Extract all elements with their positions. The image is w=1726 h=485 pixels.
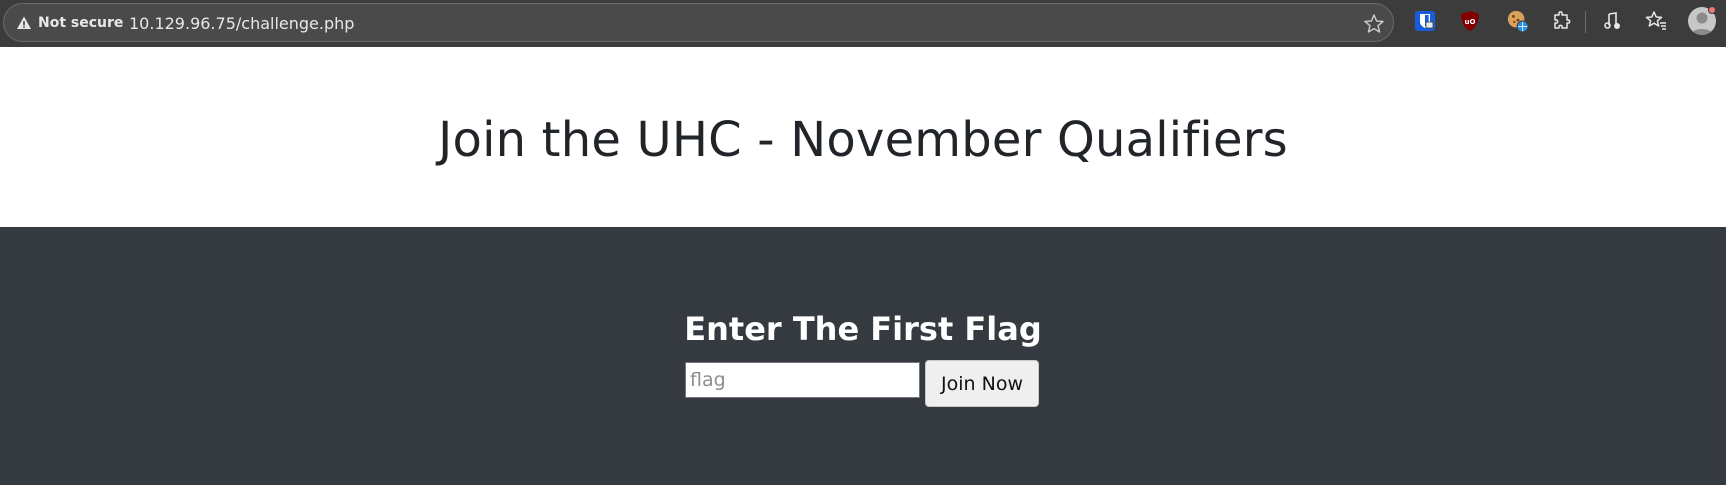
ublock-origin-icon[interactable]: uO bbox=[1458, 9, 1482, 33]
form-title: Enter The First Flag bbox=[684, 310, 1042, 348]
url-text[interactable]: 10.129.96.75/challenge.php bbox=[129, 14, 354, 33]
bitwarden-icon[interactable] bbox=[1413, 9, 1437, 33]
cookie-editor-icon[interactable] bbox=[1506, 9, 1530, 33]
page-title: Join the UHC - November Qualifiers bbox=[438, 112, 1288, 168]
browser-toolbar: Not secure 10.129.96.75/challenge.php uO bbox=[0, 0, 1726, 47]
svg-text:uO: uO bbox=[1465, 18, 1476, 26]
media-controls-icon[interactable] bbox=[1600, 9, 1624, 33]
extensions-puzzle-icon[interactable] bbox=[1550, 9, 1574, 33]
flag-input[interactable] bbox=[685, 362, 920, 398]
bookmark-star-icon[interactable] bbox=[1362, 12, 1386, 36]
flag-form-section: Enter The First Flag Join Now bbox=[0, 227, 1726, 485]
address-bar[interactable]: Not secure 10.129.96.75/challenge.php bbox=[3, 3, 1394, 42]
favorites-icon[interactable] bbox=[1644, 9, 1668, 33]
join-now-button[interactable]: Join Now bbox=[925, 360, 1039, 407]
security-label: Not secure bbox=[38, 15, 124, 31]
hero-section: Join the UHC - November Qualifiers bbox=[0, 47, 1726, 227]
warning-icon bbox=[17, 16, 31, 29]
security-indicator[interactable]: Not secure bbox=[16, 13, 123, 33]
toolbar-divider bbox=[1585, 11, 1586, 33]
notification-dot bbox=[1708, 6, 1716, 14]
